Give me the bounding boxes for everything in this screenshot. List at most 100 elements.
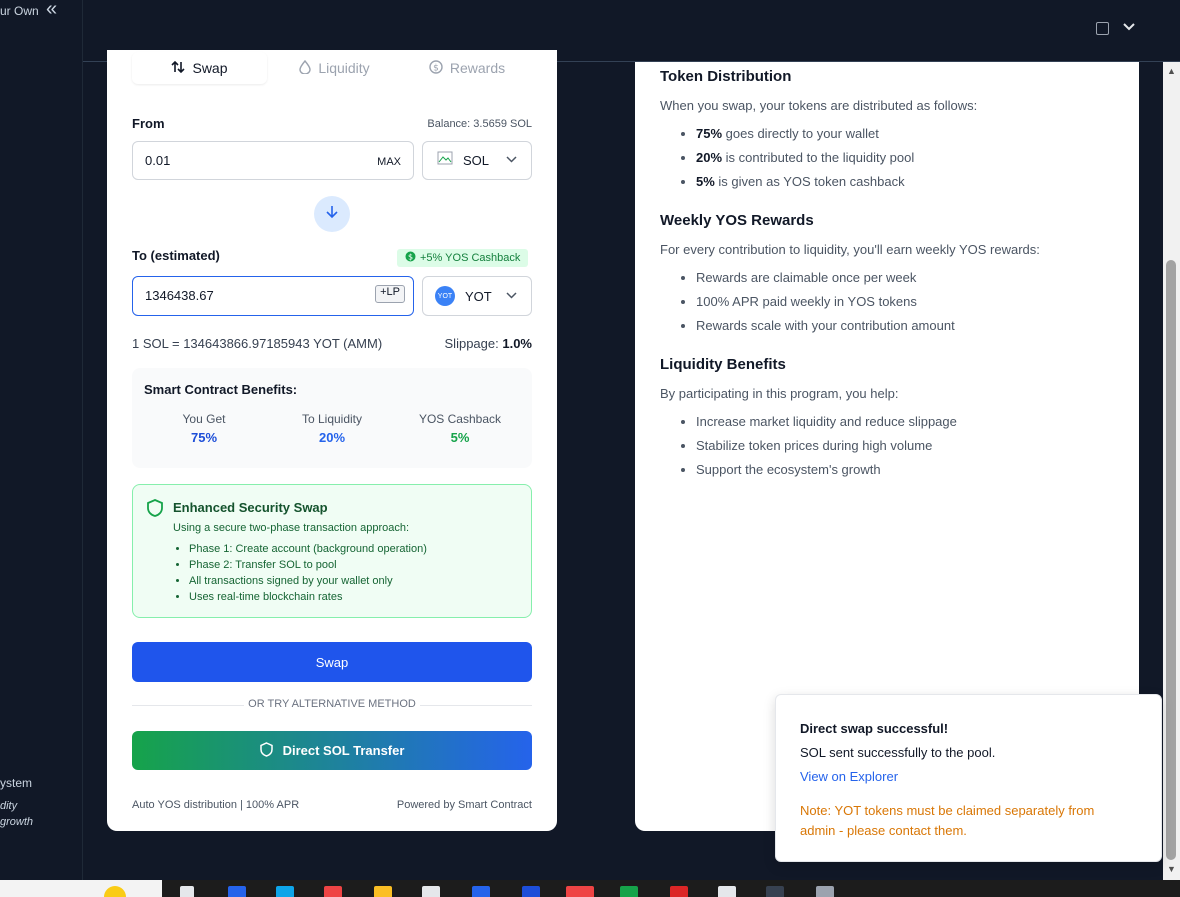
- benefit-yos-cashback: YOS Cashback 5%: [400, 412, 520, 445]
- max-button[interactable]: MAX: [377, 156, 401, 168]
- sidebar-title-fragment: ur Own: [0, 4, 39, 18]
- direct-button-label: Direct SOL Transfer: [282, 743, 405, 758]
- benefit-to-liquidity: To Liquidity 20%: [272, 412, 392, 445]
- toast-message: SOL sent successfully to the pool.: [800, 745, 996, 760]
- tab-rewards[interactable]: $ Rewards: [402, 52, 532, 84]
- store-icon[interactable]: [422, 886, 440, 897]
- sidebar: ur Own « ystem dity growth: [0, 0, 83, 880]
- sol-token-icon: [437, 151, 453, 170]
- toast-note: Note: YOT tokens must be claimed separat…: [800, 803, 1095, 838]
- list-item: Increase market liquidity and reduce sli…: [696, 410, 957, 434]
- from-token-select[interactable]: SOL: [422, 141, 532, 180]
- distribution-list: 75% goes directly to your wallet 20% is …: [696, 122, 914, 194]
- page-scrollbar[interactable]: ▲ ▼: [1163, 62, 1180, 880]
- benefit-value: 20%: [318, 430, 346, 445]
- sidebar-text-fragment: growth: [0, 816, 34, 828]
- swap-button[interactable]: Swap: [132, 642, 532, 682]
- scrollbar-thumb[interactable]: [1166, 260, 1176, 860]
- copilot-icon[interactable]: [228, 886, 246, 897]
- security-title: Enhanced Security Swap: [173, 500, 328, 515]
- list-item: 5% is given as YOS token cashback: [696, 170, 914, 194]
- terminal-icon[interactable]: [766, 886, 784, 897]
- excel-icon[interactable]: [620, 886, 638, 897]
- os-taskbar: [0, 880, 1180, 897]
- list-item: All transactions signed by your wallet o…: [189, 573, 427, 589]
- benefit-you-get: You Get 75%: [144, 412, 264, 445]
- weather-icon: [104, 886, 126, 897]
- list-item: 100% APR paid weekly in YOS tokens: [696, 290, 955, 314]
- wallet-icon[interactable]: [1096, 22, 1109, 35]
- tab-label: Rewards: [449, 60, 506, 76]
- notepad-icon[interactable]: [718, 886, 736, 897]
- list-item: Uses real-time blockchain rates: [189, 589, 427, 605]
- tab-liquidity[interactable]: Liquidity: [267, 52, 402, 84]
- contract-benefits-panel: Smart Contract Benefits: You Get 75% To …: [132, 368, 532, 468]
- view-on-explorer-link[interactable]: View on Explorer: [800, 769, 898, 784]
- security-description: Using a secure two-phase transaction app…: [173, 522, 410, 534]
- svg-text:$: $: [433, 63, 439, 73]
- app-icon[interactable]: [324, 886, 342, 897]
- from-token-symbol: SOL: [463, 153, 490, 168]
- cashback-badge: $ +5% YOS Cashback: [397, 249, 529, 267]
- weekly-intro: For every contribution to liquidity, you…: [660, 242, 1040, 257]
- app-icon[interactable]: [670, 886, 688, 897]
- benefit-value: 75%: [190, 430, 218, 445]
- to-amount-input[interactable]: 1346438.67 +LP: [132, 276, 414, 316]
- scroll-down-icon[interactable]: ▼: [1167, 864, 1176, 874]
- app-icon[interactable]: [816, 886, 834, 897]
- footer-left: Auto YOS distribution | 100% APR: [132, 799, 300, 811]
- direct-sol-transfer-button[interactable]: Direct SOL Transfer: [132, 731, 532, 770]
- outlook-icon[interactable]: [472, 886, 490, 897]
- edge-icon[interactable]: [276, 886, 294, 897]
- dollar-coin-icon: $: [405, 251, 416, 265]
- slippage: Slippage: 1.0%: [445, 336, 532, 351]
- alternative-method-label: OR TRY ALTERNATIVE METHOD: [244, 698, 420, 710]
- footer-right: Powered by Smart Contract: [396, 799, 532, 811]
- taskbar-search[interactable]: [0, 880, 162, 897]
- weekly-rewards-heading: Weekly YOS Rewards: [660, 212, 814, 229]
- task-view-icon[interactable]: [180, 886, 194, 897]
- slippage-label: Slippage:: [444, 336, 499, 351]
- tab-label: Swap: [192, 60, 228, 76]
- exchange-rate: 1 SOL = 134643866.97185943 YOT (AMM): [132, 336, 383, 351]
- tab-swap[interactable]: Swap: [132, 52, 267, 84]
- word-icon[interactable]: [522, 886, 540, 897]
- svg-text:$: $: [408, 253, 413, 262]
- liquidity-benefits-heading: Liquidity Benefits: [660, 356, 786, 373]
- from-amount-input[interactable]: 0.01 MAX: [132, 141, 414, 180]
- benefits-intro: By participating in this program, you he…: [660, 386, 899, 401]
- sidebar-text-fragment: ystem: [0, 776, 33, 790]
- lp-badge: +LP: [375, 285, 405, 303]
- scroll-up-icon[interactable]: ▲: [1167, 66, 1176, 76]
- chevron-down-icon: [506, 152, 517, 166]
- coin-icon: $: [429, 59, 443, 77]
- arrow-down-icon: [326, 205, 338, 224]
- list-item: Rewards are claimable once per week: [696, 266, 955, 290]
- list-item: 75% goes directly to your wallet: [696, 122, 914, 146]
- from-label: From: [132, 116, 165, 131]
- from-amount-value: 0.01: [145, 153, 171, 168]
- chevron-down-icon[interactable]: [1123, 18, 1135, 34]
- security-points: Phase 1: Create account (background oper…: [189, 541, 427, 605]
- switch-direction-button[interactable]: [314, 196, 350, 232]
- file-explorer-icon[interactable]: [374, 886, 392, 897]
- list-item: Rewards scale with your contribution amo…: [696, 314, 955, 338]
- balance-text: Balance: 3.5659 SOL: [427, 118, 532, 130]
- benefit-label: You Get: [182, 412, 226, 426]
- to-token-select[interactable]: YOT YOT: [422, 276, 532, 316]
- distribution-intro: When you swap, your tokens are distribut…: [660, 98, 978, 113]
- cashback-text: +5% YOS Cashback: [420, 252, 521, 264]
- toast-title: Direct swap successful!: [800, 721, 949, 736]
- benefit-label: To Liquidity: [301, 412, 363, 426]
- chrome-icon[interactable]: [566, 886, 594, 897]
- benefits-title: Smart Contract Benefits:: [144, 382, 298, 397]
- list-item: Phase 1: Create account (background oper…: [189, 541, 427, 557]
- shield-icon: [147, 499, 163, 522]
- sidebar-text-fragment: dity: [0, 800, 18, 812]
- collapse-sidebar-icon[interactable]: «: [46, 0, 57, 21]
- shield-icon: [259, 741, 273, 760]
- benefit-value: 5%: [450, 430, 470, 445]
- swap-arrows-icon: [171, 60, 186, 77]
- list-item: 20% is contributed to the liquidity pool: [696, 146, 914, 170]
- weekly-list: Rewards are claimable once per week 100%…: [696, 266, 955, 338]
